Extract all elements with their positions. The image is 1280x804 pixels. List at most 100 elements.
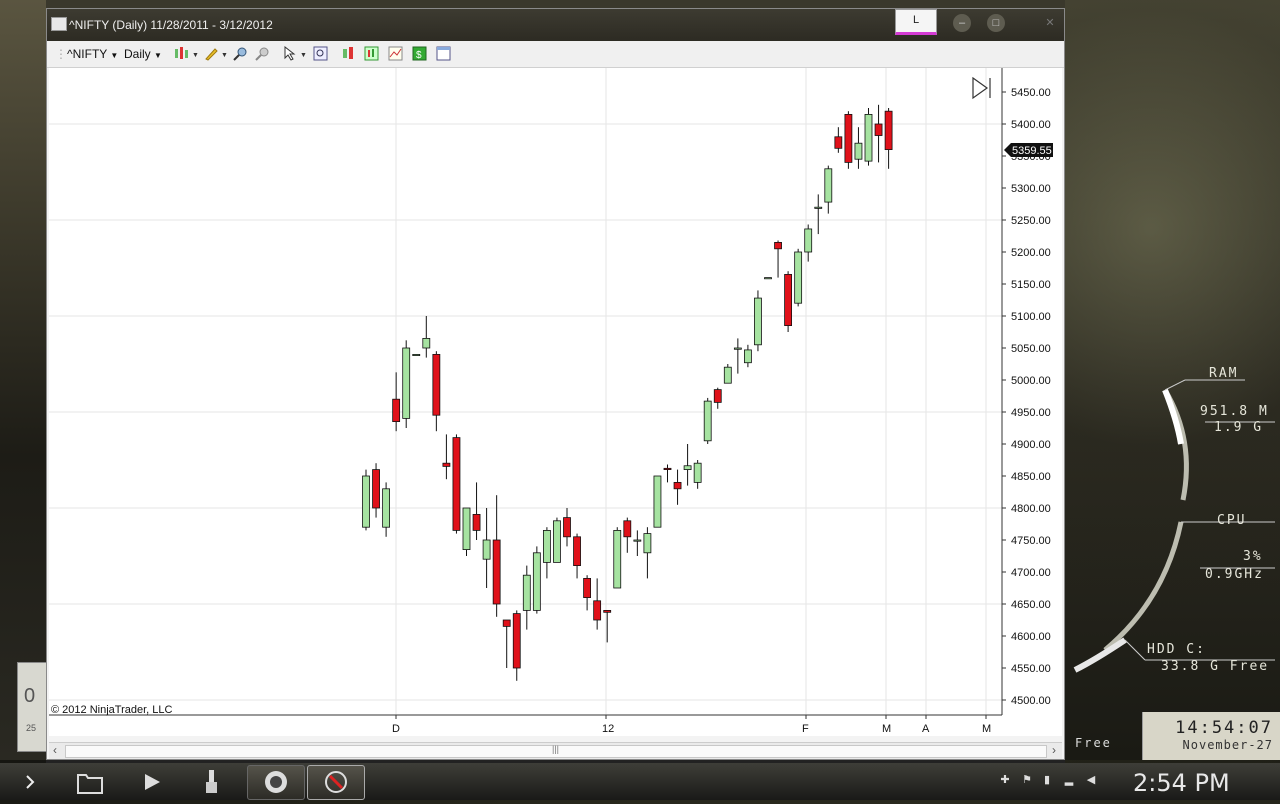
properties-icon[interactable] <box>436 46 451 61</box>
candle <box>693 460 702 489</box>
clock-widget: 14:54:07 November-27 <box>1142 712 1280 760</box>
candle <box>703 397 712 444</box>
candle-body <box>472 513 481 531</box>
horizontal-scrollbar[interactable]: ‹ ||| › <box>49 742 1062 759</box>
hdd-free: 33.8 G Free <box>1161 659 1270 674</box>
candle-body <box>392 398 401 423</box>
y-tick-label: 4900.00 <box>1011 439 1051 451</box>
folder-icon[interactable] <box>76 765 104 798</box>
x-tick-label: A <box>922 723 930 735</box>
flag-icon[interactable]: ⚑ <box>1020 773 1034 787</box>
candle-body <box>372 469 380 509</box>
scroll-to-end-icon[interactable] <box>972 76 991 100</box>
taskbar-clock[interactable]: 2:54 PM <box>1133 769 1230 797</box>
search-icon[interactable] <box>313 46 328 61</box>
grid-lines <box>49 68 1002 715</box>
stub-number: 0 <box>24 685 36 707</box>
candle <box>784 271 792 332</box>
candle-body <box>362 475 370 528</box>
candle <box>854 127 863 169</box>
data-series-icon[interactable] <box>341 46 356 61</box>
y-tick-label: 5300.00 <box>1011 183 1051 195</box>
title-bar[interactable]: ^NIFTY (Daily) 11/28/2011 - 3/12/2012 L … <box>47 9 1064 41</box>
candle-body <box>512 613 521 669</box>
candle-body <box>744 349 752 364</box>
candle-body <box>703 400 712 442</box>
chart-panel[interactable]: 5450.005400.005350.005300.005250.005200.… <box>49 68 1062 736</box>
instrument-selector[interactable]: ^NIFTY ▼ <box>67 47 118 61</box>
x-tick-label: M <box>982 723 991 735</box>
indicators-icon[interactable] <box>364 46 379 61</box>
candle <box>412 353 421 356</box>
y-tick-label: 5450.00 <box>1011 87 1051 99</box>
link-tab[interactable]: L <box>895 9 937 35</box>
scroll-right-icon[interactable]: › <box>1052 743 1056 757</box>
candle-body <box>663 467 672 471</box>
candle <box>512 610 521 681</box>
candle-body <box>593 600 602 621</box>
battery-icon[interactable]: ▮ <box>1040 773 1054 787</box>
y-tick-label: 5250.00 <box>1011 215 1051 227</box>
ram-total: 1.9 G <box>1214 420 1264 435</box>
dollar-icon[interactable]: $ <box>412 46 427 61</box>
candle-body <box>774 241 782 250</box>
candle-body <box>784 273 792 326</box>
x-tick-label: F <box>802 723 809 735</box>
interval-selector[interactable]: Daily ▼ <box>124 47 162 61</box>
candle-body <box>573 536 581 566</box>
candlestick-chart[interactable]: 5450.005400.005350.005300.005250.005200.… <box>49 68 1062 736</box>
taskbar-app-firefox[interactable] <box>247 765 305 800</box>
strategies-icon[interactable] <box>388 46 403 61</box>
x-tick-label: 12 <box>602 723 614 735</box>
ram-used: 951.8 M <box>1200 404 1269 419</box>
interval-label: Daily <box>124 47 151 61</box>
zoom-out-icon[interactable] <box>255 46 270 61</box>
close-icon[interactable]: ✕ <box>1041 14 1059 32</box>
brush-icon[interactable] <box>200 765 224 798</box>
candle <box>362 469 370 531</box>
candle-body <box>794 251 803 304</box>
ninjatrader-icon <box>325 771 347 793</box>
candle-body <box>452 437 461 531</box>
candle-body <box>844 114 853 163</box>
candle-body <box>643 533 652 554</box>
candle <box>834 127 843 153</box>
candle <box>864 108 873 166</box>
minimize-icon[interactable]: – <box>953 14 971 32</box>
chart-style-icon[interactable]: ▼ <box>173 46 199 61</box>
candle-body <box>583 577 591 598</box>
window-title: ^NIFTY (Daily) 11/28/2011 - 3/12/2012 <box>69 18 273 32</box>
toolbar-grip-icon: ⋮ <box>55 47 67 61</box>
plus-icon[interactable]: ✚ <box>998 773 1012 787</box>
scroll-thumb[interactable]: ||| <box>65 744 1047 758</box>
desktop-background-left <box>0 0 46 760</box>
y-tick-label: 4550.00 <box>1011 663 1051 675</box>
start-arrow-icon[interactable] <box>20 765 40 798</box>
y-tick-label: 5400.00 <box>1011 119 1051 131</box>
candle-body <box>884 110 893 151</box>
chart-window: ^NIFTY (Daily) 11/28/2011 - 3/12/2012 L … <box>46 8 1065 760</box>
background-window-stub[interactable]: 0 25 <box>17 662 47 752</box>
network-signal-icon[interactable]: ▂ <box>1062 773 1076 787</box>
pointer-icon[interactable]: ▼ <box>283 46 309 61</box>
candle <box>814 194 823 235</box>
candle <box>653 475 662 528</box>
candle-body <box>673 481 682 490</box>
candle <box>583 575 591 611</box>
candle <box>603 610 612 643</box>
candle <box>553 517 561 563</box>
candle <box>633 530 642 556</box>
candle-body <box>623 520 632 538</box>
zoom-in-icon[interactable] <box>233 46 248 61</box>
taskbar-app-ninjatrader[interactable] <box>307 765 365 800</box>
candle <box>874 104 883 163</box>
taskbar: ✚ ⚑ ▮ ▂ ◀ 2:54 PM <box>0 763 1280 800</box>
scroll-left-icon[interactable]: ‹ <box>53 743 57 757</box>
y-tick-label: 5200.00 <box>1011 247 1051 259</box>
system-monitor-widget: RAM 951.8 M 1.9 G CPU 3% 0.9GHz HDD C: 3… <box>1065 360 1280 760</box>
volume-icon[interactable]: ◀ <box>1084 773 1098 787</box>
candle <box>492 495 501 617</box>
media-play-icon[interactable] <box>140 765 164 798</box>
maximize-icon[interactable]: □ <box>987 14 1005 32</box>
pencil-icon[interactable]: ▼ <box>203 46 229 61</box>
